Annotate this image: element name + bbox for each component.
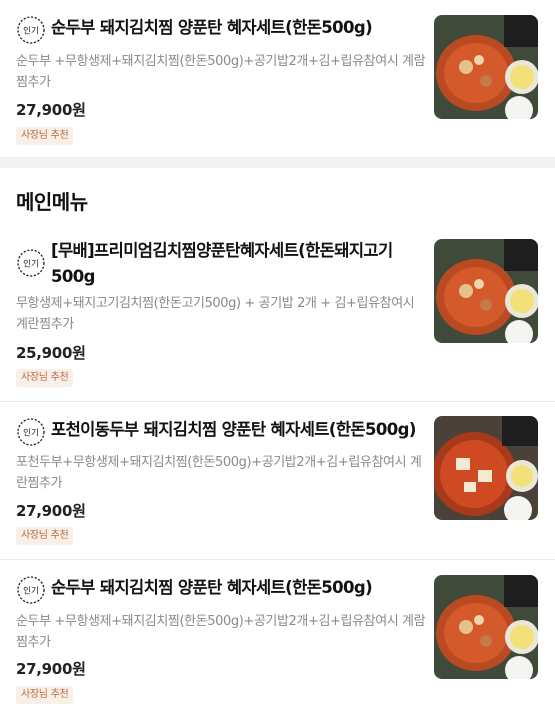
- section-title: 메인메뉴: [16, 190, 88, 214]
- menu-item-price: 27,900원: [16, 101, 86, 119]
- popular-badge-icon: 인기: [16, 417, 46, 447]
- menu-item-price: 27,900원: [16, 502, 86, 520]
- menu-item-description: 순두부 +무항생제+돼지김치찜(한돈500g)+공기밥2개+김+립유참여시 계람…: [16, 614, 426, 650]
- menu-item-photo[interactable]: [434, 239, 538, 343]
- owner-recommend-tag: 사장님 추천: [16, 127, 74, 145]
- menu-item-price: 25,900원: [16, 344, 86, 362]
- popular-badge-icon: 인기: [16, 248, 46, 278]
- menu-item-photo[interactable]: [434, 575, 538, 679]
- menu-item-title: 순두부 돼지김치찜 양푼탄 혜자세트(한돈500g): [51, 578, 373, 597]
- owner-recommend-tag: 사장님 추천: [16, 527, 74, 545]
- menu-item-title: 순두부 돼지김치찜 양푼탄 혜자세트(한돈500g): [51, 18, 373, 37]
- menu-item[interactable]: 인기 포천이동두부 돼지김치찜 양푼탄 혜자세트(한돈500g) 포천두부+무항…: [0, 402, 555, 560]
- popular-badge-icon: 인기: [16, 15, 46, 45]
- svg-text:인기: 인기: [23, 26, 39, 37]
- menu-item-title: [무배]프리미엄김치찜양푼탄혜자세트(한돈돼지고기500g: [51, 241, 393, 286]
- owner-recommend-tag: 사장님 추천: [16, 686, 74, 704]
- menu-item[interactable]: 인기 순두부 돼지김치찜 양푼탄 혜자세트(한돈500g) 순두부 +무항생제+…: [0, 0, 555, 158]
- popular-badge-icon: 인기: [16, 575, 46, 605]
- menu-item-photo[interactable]: [434, 416, 538, 520]
- owner-recommend-tag: 사장님 추천: [16, 369, 74, 387]
- menu-item[interactable]: 인기 [무배]프리미엄김치찜양푼탄혜자세트(한돈돼지고기500g 무항생제+돼지…: [0, 226, 555, 402]
- section-gap: [0, 158, 555, 168]
- menu-item[interactable]: 인기 순두부 돼지김치찜 양푼탄 혜자세트(한돈500g) 순두부 +무항생제+…: [0, 560, 555, 722]
- svg-text:인기: 인기: [23, 586, 39, 597]
- menu-item-description: 순두부 +무항생제+돼지김치찜(한돈500g)+공기밥2개+김+립유참여시 계람…: [16, 54, 426, 90]
- menu-item-description: 포천두부+무항생제+돼지김치찜(한돈500g)+공기밥2개+김+립유참여시 계란…: [16, 455, 422, 491]
- menu-item-photo[interactable]: [434, 15, 538, 119]
- svg-text:인기: 인기: [23, 428, 39, 439]
- menu-item-description: 무항생제+돼지고기김치찜(한돈고기500g) + 공기밥 2개 + 김+립유참여…: [16, 296, 415, 332]
- svg-text:인기: 인기: [23, 259, 39, 270]
- menu-item-title: 포천이동두부 돼지김치찜 양푼탄 혜자세트(한돈500g): [51, 420, 416, 439]
- menu-item-price: 27,900원: [16, 660, 86, 678]
